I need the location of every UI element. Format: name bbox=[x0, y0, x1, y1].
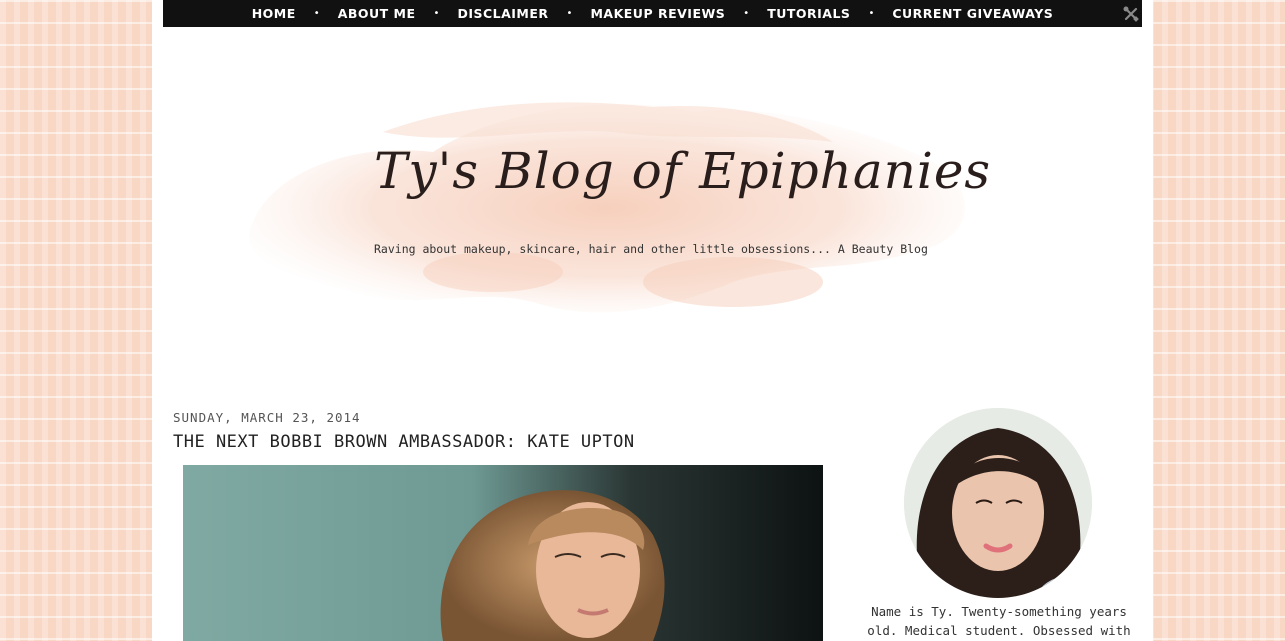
nav-separator: • bbox=[313, 8, 320, 19]
bio-line: Name is Ty. Twenty-something years bbox=[871, 604, 1127, 619]
nav-current-giveaways[interactable]: CURRENT GIVEAWAYS bbox=[879, 6, 1066, 21]
watercolor-splash bbox=[249, 102, 966, 313]
nav-about-me[interactable]: ABOUT ME bbox=[325, 6, 429, 21]
blog-description: Raving about makeup, skincare, hair and … bbox=[374, 242, 928, 256]
nav-separator: • bbox=[743, 8, 750, 19]
author-profile-photo bbox=[904, 408, 1092, 598]
post-image[interactable] bbox=[183, 465, 823, 641]
page-container: HOME • ABOUT ME • DISCLAIMER • MAKEUP RE… bbox=[152, 0, 1153, 641]
nav-separator: • bbox=[566, 8, 573, 19]
wrench-screwdriver-icon[interactable] bbox=[1122, 5, 1140, 23]
nav-tutorials[interactable]: TUTORIALS bbox=[754, 6, 863, 21]
nav-separator: • bbox=[433, 8, 440, 19]
nav-disclaimer[interactable]: DISCLAIMER bbox=[444, 6, 561, 21]
nav-makeup-reviews[interactable]: MAKEUP REVIEWS bbox=[577, 6, 738, 21]
blog-header: Ty's Blog of Epiphanies Raving about mak… bbox=[163, 27, 1142, 402]
author-bio: Name is Ty. Twenty-something years old. … bbox=[859, 602, 1139, 640]
post-date: SUNDAY, MARCH 23, 2014 bbox=[173, 410, 361, 425]
post-title[interactable]: THE NEXT BOBBI BROWN AMBASSADOR: KATE UP… bbox=[173, 432, 635, 452]
bio-line: old. Medical student. Obsessed with bbox=[867, 623, 1131, 638]
nav-home[interactable]: HOME bbox=[239, 6, 309, 21]
nav-separator: • bbox=[868, 8, 875, 19]
top-navigation-bar: HOME • ABOUT ME • DISCLAIMER • MAKEUP RE… bbox=[163, 0, 1142, 27]
blog-title[interactable]: Ty's Blog of Epiphanies bbox=[374, 142, 990, 200]
